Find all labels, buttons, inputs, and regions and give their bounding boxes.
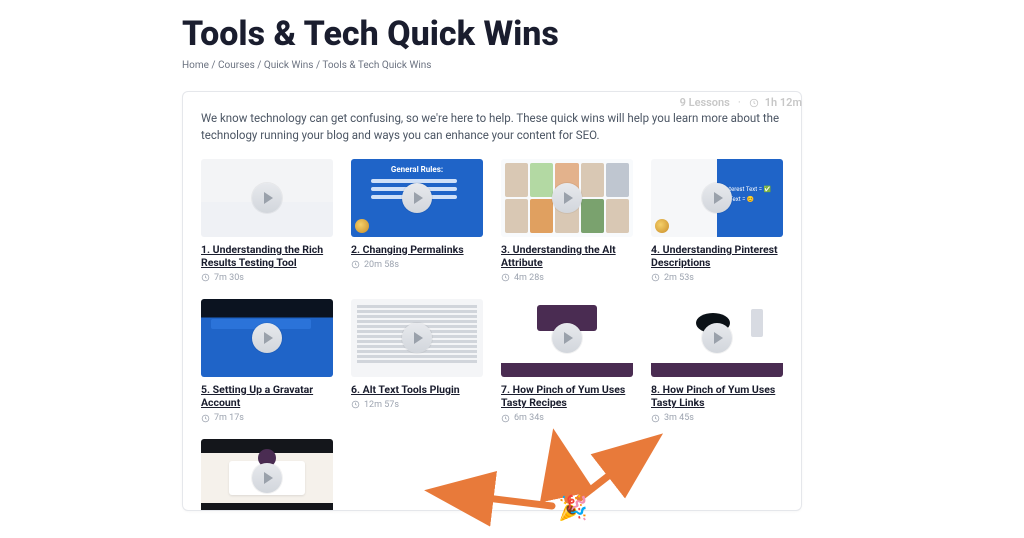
lesson-title: 7. How Pinch of Yum Uses Tasty Recipes (501, 383, 633, 410)
lesson-title: 6. Alt Text Tools Plugin (351, 383, 483, 397)
clock-icon (749, 98, 759, 108)
lesson-thumbnail (351, 299, 483, 377)
lesson-card[interactable]: Pinterest Text = ✅ Alt Text = 😊 4. Under… (651, 159, 783, 283)
lesson-title: 5. Setting Up a Gravatar Account (201, 383, 333, 410)
lesson-duration: 3m 45s (651, 413, 783, 423)
lesson-duration: 7m 30s (201, 273, 333, 283)
clock-icon (351, 260, 360, 269)
lesson-thumbnail (651, 299, 783, 377)
play-icon (552, 183, 582, 213)
breadcrumb-home[interactable]: Home (182, 60, 209, 71)
lesson-count: 9 Lessons (680, 96, 730, 109)
lesson-card[interactable] (201, 439, 333, 511)
lesson-duration: 2m 53s (651, 273, 783, 283)
play-icon (252, 463, 282, 493)
clock-icon (501, 273, 510, 282)
play-icon (552, 323, 582, 353)
lesson-card[interactable]: 5. Setting Up a Gravatar Account 7m 17s (201, 299, 333, 423)
course-card: We know technology can get confusing, so… (182, 91, 802, 511)
lesson-title: 1. Understanding the Rich Results Testin… (201, 243, 333, 270)
lesson-grid: 1. Understanding the Rich Results Testin… (201, 159, 783, 512)
breadcrumb-quick-wins[interactable]: Quick Wins (264, 60, 314, 71)
course-duration: 1h 12m (765, 96, 802, 109)
page-title: Tools & Tech Quick Wins (182, 14, 984, 54)
clock-icon (651, 414, 660, 423)
lesson-card[interactable]: 7. How Pinch of Yum Uses Tasty Recipes 6… (501, 299, 633, 423)
lesson-duration: 20m 58s (351, 260, 483, 270)
lesson-title: 4. Understanding Pinterest Descriptions (651, 243, 783, 270)
lesson-card[interactable]: 6. Alt Text Tools Plugin 12m 57s (351, 299, 483, 423)
play-icon (702, 323, 732, 353)
lesson-thumbnail: Pinterest Text = ✅ Alt Text = 😊 (651, 159, 783, 237)
lesson-card[interactable]: General Rules: 2. Changing Permalinks 20… (351, 159, 483, 283)
course-meta: 9 Lessons · 1h 12m (680, 96, 802, 109)
play-icon (702, 183, 732, 213)
lesson-duration: 6m 34s (501, 413, 633, 423)
course-intro: We know technology can get confusing, so… (201, 110, 783, 145)
breadcrumb-current: Tools & Tech Quick Wins (322, 60, 431, 71)
lesson-thumbnail: General Rules: (351, 159, 483, 237)
clock-icon (201, 414, 210, 423)
lesson-thumbnail (201, 159, 333, 237)
clock-icon (201, 273, 210, 282)
clock-icon (501, 414, 510, 423)
lesson-duration: 7m 17s (201, 413, 333, 423)
lesson-card[interactable]: 1. Understanding the Rich Results Testin… (201, 159, 333, 283)
play-icon (402, 323, 432, 353)
lesson-thumbnail (201, 299, 333, 377)
play-icon (252, 323, 282, 353)
lesson-card[interactable]: 3. Understanding the Alt Attribute 4m 28… (501, 159, 633, 283)
lesson-duration: 4m 28s (501, 273, 633, 283)
lesson-title: 8. How Pinch of Yum Uses Tasty Links (651, 383, 783, 410)
lesson-title: 3. Understanding the Alt Attribute (501, 243, 633, 270)
lesson-thumbnail (501, 299, 633, 377)
lesson-thumbnail (201, 439, 333, 511)
clock-icon (651, 273, 660, 282)
clock-icon (351, 400, 360, 409)
breadcrumb-courses[interactable]: Courses (218, 60, 255, 71)
play-icon (402, 183, 432, 213)
lesson-thumbnail (501, 159, 633, 237)
play-icon (252, 183, 282, 213)
lesson-duration: 12m 57s (351, 400, 483, 410)
lesson-card[interactable]: 8. How Pinch of Yum Uses Tasty Links 3m … (651, 299, 783, 423)
breadcrumb: Home / Courses / Quick Wins / Tools & Te… (182, 60, 984, 71)
lesson-title: 2. Changing Permalinks (351, 243, 483, 257)
